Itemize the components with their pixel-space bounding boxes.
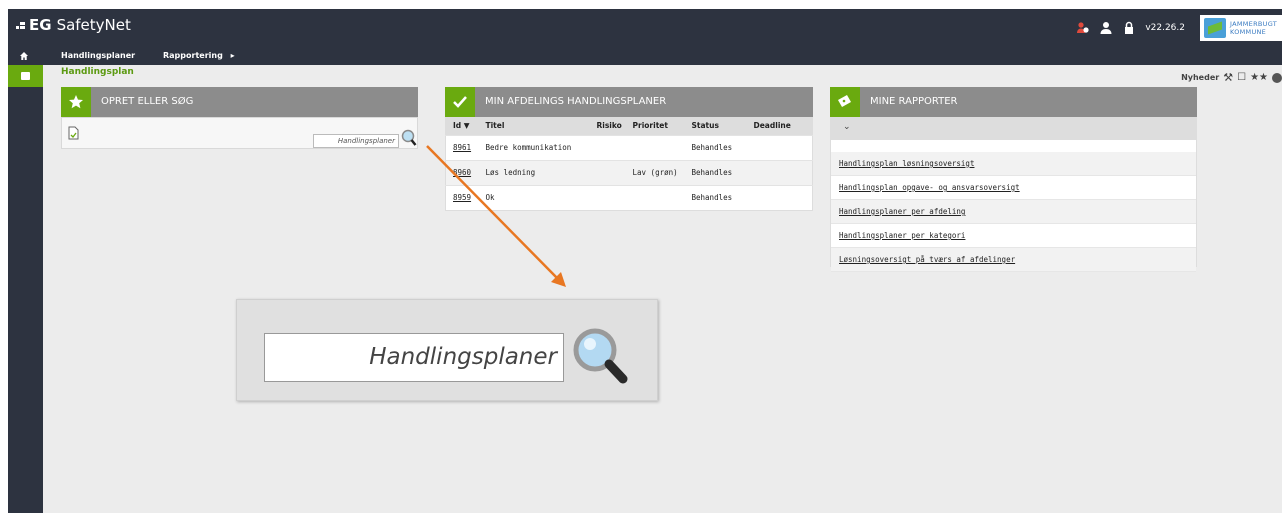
report-link[interactable]: Handlingsplan opgave- og ansvarsoversigt: [831, 176, 1196, 200]
admin-users-icon[interactable]: [1076, 21, 1090, 35]
version-label: v22.26.2: [1145, 23, 1185, 33]
col-priority[interactable]: Prioritet: [625, 117, 685, 135]
report-link[interactable]: Løsningsoversigt på tværs af afdelinger: [831, 248, 1196, 272]
table-header-row: Id ▼ Titel Risiko Prioritet Status Deadl…: [445, 117, 813, 135]
left-sidebar: [8, 46, 43, 513]
sidebar-item-handlingsplan[interactable]: [8, 65, 43, 87]
news-link[interactable]: Nyheder: [1181, 73, 1219, 82]
create-search-panel-title: OPRET ELLER SØG: [101, 96, 194, 107]
app-window: EG SafetyNet v22.26.2 JAMMERBUGT KOMMUNE: [8, 9, 1282, 513]
main-nav: Handlingsplaner Rapportering ▸: [43, 46, 1282, 65]
brand-logo[interactable]: EG SafetyNet: [16, 16, 131, 34]
star-icon: [61, 87, 91, 117]
col-status[interactable]: Status: [684, 117, 747, 135]
page-title: Handlingsplan: [61, 67, 134, 77]
new-document-icon[interactable]: [67, 126, 80, 140]
nav-item-rapportering[interactable]: Rapportering ▸: [163, 51, 235, 60]
brand-name: SafetyNet: [56, 16, 131, 34]
tools-icon[interactable]: ⚒: [1223, 71, 1233, 84]
col-id[interactable]: Id ▼: [445, 117, 479, 135]
plan-status: Behandles: [684, 134, 747, 160]
eg-logo-icon: [16, 21, 25, 30]
top-bar: EG SafetyNet v22.26.2 JAMMERBUGT KOMMUNE: [8, 9, 1282, 46]
kommune-crest-icon: [1204, 18, 1226, 38]
chevron-right-icon: ▸: [230, 51, 235, 60]
kommune-logo[interactable]: JAMMERBUGT KOMMUNE: [1200, 15, 1282, 41]
plan-deadline: [746, 134, 813, 160]
kommune-name-line1: JAMMERBUGT: [1230, 20, 1278, 28]
col-risk[interactable]: Risiko: [589, 117, 626, 135]
report-link[interactable]: Handlingsplaner per afdeling: [831, 200, 1196, 224]
brand-mark: EG: [29, 16, 52, 34]
plan-priority: Lav (grøn): [625, 159, 685, 185]
zoomed-search-icon: [573, 328, 628, 384]
ticket-icon: [830, 87, 860, 117]
zoom-callout: Handlingsplaner: [236, 299, 658, 401]
window-icon[interactable]: ☐: [1237, 72, 1246, 83]
zoomed-search-input: Handlingsplaner: [264, 333, 564, 382]
plan-priority: [625, 134, 685, 160]
report-link[interactable]: Handlingsplaner per kategori: [831, 224, 1196, 248]
reports-panel-title: MINE RAPPORTER: [870, 96, 958, 107]
dept-plans-panel-title: MIN AFDELINGS HANDLINGSPLANER: [485, 96, 667, 107]
plan-risk: [589, 159, 626, 185]
top-right-toolbar: v22.26.2 JAMMERBUGT KOMMUNE: [1076, 15, 1282, 41]
reports-toggle-bar[interactable]: ⌄: [831, 118, 1196, 140]
favorites-icon[interactable]: ★★: [1250, 72, 1268, 83]
plan-status: Behandles: [684, 184, 747, 210]
home-icon[interactable]: [19, 51, 29, 61]
annotation-arrow: [426, 145, 566, 287]
kommune-name-line2: KOMMUNE: [1230, 28, 1267, 36]
nav-item-handlingsplaner[interactable]: Handlingsplaner: [61, 51, 135, 60]
reports-list: ⌄ Handlingsplan løsningsoversigt Handlin…: [830, 117, 1197, 272]
create-search-panel-header: OPRET ELLER SØG: [61, 87, 418, 117]
help-icon[interactable]: [1272, 72, 1282, 83]
top-right-links: Nyheder ⚒ ☐ ★★: [1181, 71, 1282, 84]
plan-status: Behandles: [684, 159, 747, 185]
plan-risk: [589, 134, 626, 160]
search-input[interactable]: Handlingsplaner: [313, 134, 399, 148]
search-icon[interactable]: [401, 129, 417, 147]
plan-risk: [589, 184, 626, 210]
user-icon[interactable]: [1099, 21, 1113, 35]
col-deadline[interactable]: Deadline: [746, 117, 813, 135]
report-link[interactable]: Handlingsplan løsningsoversigt: [831, 152, 1196, 176]
lock-icon[interactable]: [1122, 21, 1136, 35]
reports-panel-header: MINE RAPPORTER: [830, 87, 1197, 117]
col-title[interactable]: Titel: [478, 117, 590, 135]
nav-item-rapportering-label: Rapportering: [163, 51, 223, 60]
plan-priority: [625, 184, 685, 210]
plan-deadline: [746, 159, 813, 185]
chevron-down-icon[interactable]: ⌄: [843, 122, 851, 132]
list-icon: [21, 72, 30, 80]
check-icon: [445, 87, 475, 117]
dept-plans-panel-header: MIN AFDELINGS HANDLINGSPLANER: [445, 87, 813, 117]
plan-deadline: [746, 184, 813, 210]
